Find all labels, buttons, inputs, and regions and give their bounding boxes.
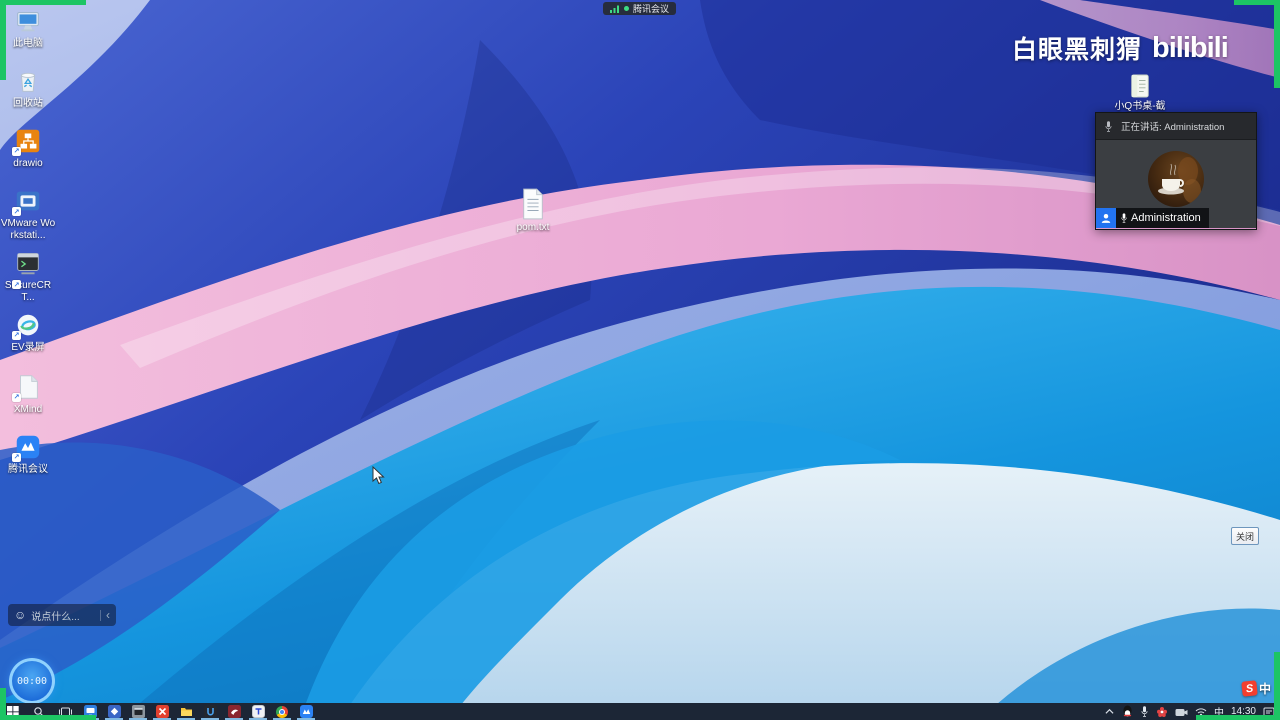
taskbar-app-tencent-meeting[interactable]	[294, 703, 318, 720]
icon-label: 腾讯会议	[8, 464, 48, 475]
shortcut-arrow-icon: ↗	[12, 452, 21, 462]
desktop-wallpaper	[0, 0, 1280, 720]
shortcut-arrow-icon: ↗	[12, 280, 21, 289]
meeting-pill-label: 腾讯会议	[633, 4, 670, 14]
thunder-icon	[227, 705, 241, 718]
folder-icon	[180, 708, 192, 716]
record-border-top-left-h	[0, 0, 86, 5]
desktop-icon-drawio[interactable]: ↗ drawio	[0, 126, 56, 170]
text-file-icon	[523, 188, 543, 220]
desktop-icon-tencent-meeting[interactable]: ↗ 腾讯会议	[0, 432, 56, 476]
taskbar-app-vmware[interactable]	[102, 703, 126, 720]
taskbar: 中 14:30	[0, 703, 1280, 720]
u-app-icon	[203, 705, 217, 718]
record-border-bottom-left-h	[0, 715, 96, 720]
desktop-icon-xmind[interactable]: ↗ XMind	[0, 372, 56, 416]
collapse-chevron-icon[interactable]: ‹	[106, 609, 110, 622]
mouse-cursor	[372, 466, 385, 485]
typora-icon	[251, 705, 265, 718]
sogou-ime-indicator[interactable]: S 中	[1241, 680, 1271, 697]
record-border-top-left-v	[0, 0, 6, 80]
meeting-float-panel[interactable]: 正在讲话: Administration Administration	[1095, 112, 1257, 230]
icon-label: EV录屏	[11, 342, 45, 353]
icon-label: SecureCRT...	[4, 280, 52, 303]
desktop-icon-ev-capture[interactable]: ↗ EV录屏	[0, 310, 56, 354]
recorder-timer-button[interactable]: 00:00	[9, 658, 55, 704]
participant-avatar	[1148, 150, 1204, 207]
recorder-tray-icon[interactable]	[1175, 707, 1188, 717]
uploader-name: 白眼黑刺猬	[1012, 36, 1143, 64]
taskbar-app-file-explorer[interactable]	[174, 703, 198, 720]
bilibili-logo: bilibili	[1152, 31, 1229, 64]
file-label: pom.txt	[516, 222, 550, 233]
ime-mode-label[interactable]: 中	[1259, 680, 1271, 697]
coffee-avatar-icon	[1158, 156, 1201, 203]
danmaku-placeholder[interactable]: 说点什么...	[31, 608, 79, 623]
participant-name: Administration	[1131, 212, 1201, 224]
xmind-icon	[155, 705, 169, 718]
chevron-up-icon[interactable]	[1104, 707, 1115, 716]
recycle-bin-icon	[20, 72, 36, 92]
participant-badge	[1096, 208, 1116, 228]
shortcut-arrow-icon: ↗	[12, 392, 21, 402]
vmware-icon	[107, 705, 121, 718]
recording-dot-icon	[624, 6, 629, 11]
desktop-icon-securecrt[interactable]: ↗ SecureCRT...	[0, 248, 56, 303]
icon-label: 此电脑	[13, 38, 43, 49]
desktop-icon-recycle-bin[interactable]: 回收站	[0, 66, 56, 110]
participant-nameplate: Administration	[1096, 208, 1209, 228]
taskbar-app-thunder[interactable]	[222, 703, 246, 720]
microphone-icon	[1105, 120, 1112, 132]
meeting-panel-header[interactable]: 正在讲话: Administration	[1096, 113, 1256, 140]
record-border-bottom-right-h	[1196, 715, 1280, 720]
divider	[100, 609, 101, 621]
icon-label: VMware Workstati...	[0, 218, 56, 241]
qq-icon[interactable]	[1122, 705, 1133, 718]
bilibili-watermark: 白眼黑刺猬 bilibili	[1012, 30, 1229, 66]
microphone-icon	[1121, 213, 1127, 223]
emoji-icon[interactable]: ☺	[14, 609, 26, 621]
taskbar-app-typora[interactable]	[246, 703, 270, 720]
microphone-tray-icon[interactable]	[1140, 705, 1149, 718]
desktop-icon-vmware[interactable]: ↗ VMware Workstati...	[0, 186, 56, 241]
danmaku-input-bar[interactable]: ☺ 说点什么... ‹	[8, 604, 116, 626]
icon-label: 回收站	[13, 98, 43, 109]
taskbar-app-utools[interactable]	[198, 703, 222, 720]
taskbar-app-xmind[interactable]	[150, 703, 174, 720]
timer-value: 00:00	[16, 675, 48, 687]
sogou-logo-icon[interactable]: S	[1241, 680, 1258, 697]
close-button[interactable]: 关闭	[1231, 527, 1259, 545]
desktop-file-pom-txt[interactable]: pom.txt	[505, 188, 561, 234]
taskbar-app-securecrt[interactable]	[126, 703, 150, 720]
meeting-status-pill[interactable]: 腾讯会议	[603, 2, 677, 15]
signal-bars-icon	[610, 5, 619, 13]
person-icon	[1101, 214, 1111, 223]
securecrt-icon	[17, 253, 39, 275]
flower-tray-icon[interactable]	[1156, 706, 1168, 718]
shortcut-arrow-icon: ↗	[12, 330, 21, 340]
this-pc-icon	[17, 12, 39, 32]
taskbar-app-chrome[interactable]	[270, 703, 294, 720]
record-border-top-right-v	[1274, 0, 1280, 88]
notepad-icon	[1131, 74, 1149, 98]
chrome-icon	[276, 705, 288, 718]
record-border-bottom-right-v	[1274, 652, 1280, 720]
tencent-meeting-icon	[299, 705, 313, 718]
securecrt-icon	[131, 705, 145, 718]
speaking-label: 正在讲话: Administration	[1121, 122, 1225, 133]
shortcut-arrow-icon: ↗	[12, 146, 21, 156]
participant-video-tile[interactable]: Administration	[1096, 140, 1256, 228]
record-border-bottom-left-v	[0, 688, 6, 720]
icon-label: drawio	[13, 158, 43, 169]
shortcut-arrow-icon: ↗	[12, 207, 21, 216]
icon-label: XMind	[13, 404, 43, 415]
desktop-icon-this-pc[interactable]: 此电脑	[0, 6, 56, 50]
